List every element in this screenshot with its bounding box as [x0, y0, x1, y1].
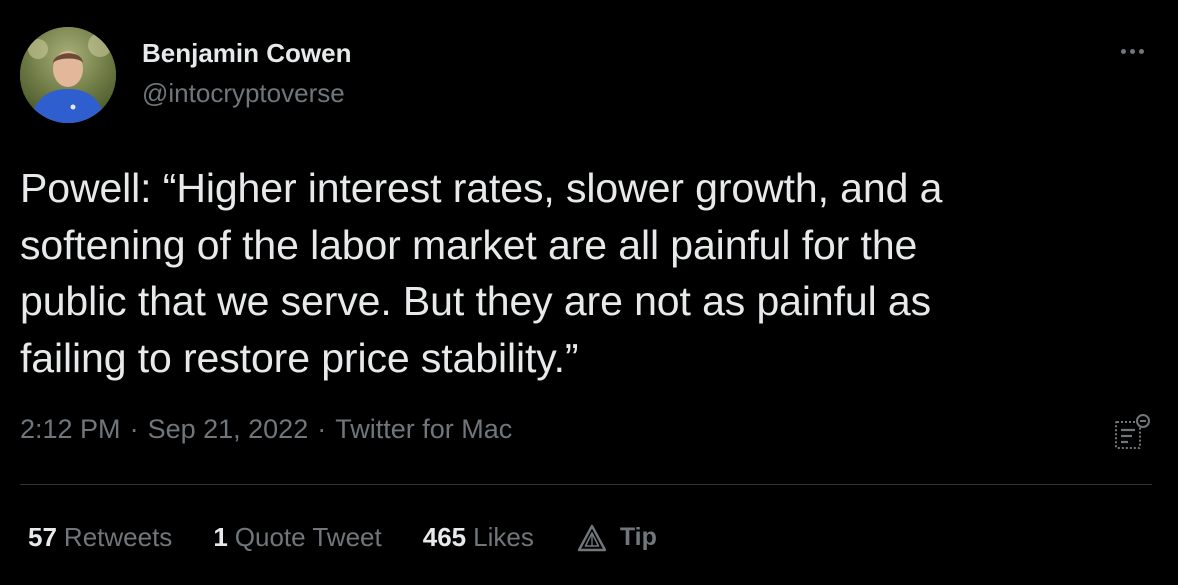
analytics-button[interactable]: [1112, 413, 1152, 453]
likes-label: Likes: [473, 522, 534, 552]
analytics-icon: [1115, 414, 1150, 449]
meta-separator: ·: [129, 414, 139, 444]
more-options-icon-dot: [1129, 48, 1135, 54]
retweets-label: Retweets: [63, 522, 173, 552]
meta-separator: ·: [317, 414, 327, 444]
likes-count: 465: [422, 522, 467, 552]
avatar[interactable]: [20, 27, 116, 123]
tweet-card: Benjamin Cowen @intocryptoverse Powell: …: [0, 0, 1178, 585]
avatar-photo: [20, 27, 116, 123]
divider: [20, 484, 1152, 485]
author-handle[interactable]: @intocryptoverse: [142, 78, 345, 109]
likes-stat[interactable]: 465 Likes: [423, 522, 534, 553]
quote-tweets-label: Quote Tweet: [234, 522, 382, 552]
tip-icon: [577, 524, 607, 551]
tip-label: Tip: [619, 523, 657, 551]
tweet-date[interactable]: Sep 21, 2022: [148, 414, 309, 445]
tweet-source[interactable]: Twitter for Mac: [335, 414, 512, 445]
quote-tweets-count: 1: [213, 522, 228, 552]
tweet-text: Powell: “Higher interest rates, slower g…: [20, 165, 943, 381]
quote-tweets-stat[interactable]: 1 Quote Tweet: [213, 522, 381, 553]
more-options-icon: [1120, 48, 1126, 54]
retweets-count: 57: [28, 522, 57, 552]
more-options-icon-dot: [1138, 48, 1144, 54]
tweet-time[interactable]: 2:12 PM: [20, 414, 121, 445]
tweet-meta: 2:12 PM · Sep 21, 2022 · Twitter for Mac: [20, 414, 512, 445]
retweets-stat[interactable]: 57 Retweets: [28, 522, 172, 553]
tip-button[interactable]: Tip: [576, 523, 657, 553]
tweet-stats: 57 Retweets 1 Quote Tweet 465 Likes Tip: [28, 522, 657, 553]
more-options-button[interactable]: [1112, 36, 1152, 66]
author-name[interactable]: Benjamin Cowen: [142, 38, 351, 69]
